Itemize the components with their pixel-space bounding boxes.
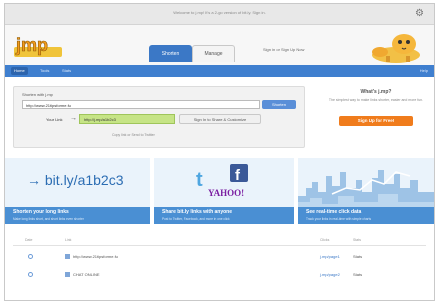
facebook-icon: f [230, 164, 248, 182]
col-link[interactable]: Link [65, 238, 71, 242]
copy-hint[interactable]: Copy link or Send to Twitter [112, 133, 155, 137]
feature-band: Share bit.ly links with anyone Post to T… [154, 207, 294, 224]
promo-title: What's j.mp? [360, 89, 392, 95]
feature-title: Share bit.ly links with anyone [162, 209, 233, 215]
row-select-radio[interactable] [28, 272, 33, 277]
feature-shorten: → bit.ly/a1b2c3 Shorten your long links … [5, 158, 150, 224]
feature-subtitle: Make long links short, and short links e… [13, 217, 84, 221]
favicon-icon [65, 272, 70, 277]
short-link-output[interactable]: http://j.mp/a1b2c3 [79, 114, 175, 124]
table-header: Date Link Clicks Stats [13, 236, 426, 246]
feature-band: Shorten your long links Make long links … [5, 207, 150, 224]
feature-title: Shorten your long links [13, 209, 69, 215]
signin-link[interactable]: Sign in or Sign Up Now [263, 47, 304, 52]
svg-text:jmp: jmp [15, 35, 48, 55]
feature-share: t f YAHOO! Share bit.ly links with anyon… [154, 158, 294, 224]
row-stats-link[interactable]: Stats [353, 272, 362, 277]
tab-shorten[interactable]: Shorten [149, 45, 192, 62]
tab-manage[interactable]: Manage [192, 45, 235, 62]
table-row[interactable]: http://www.21tipsforme.fu j.mp/page1 Sta… [13, 250, 426, 264]
shorten-button[interactable]: Shorten [262, 100, 296, 109]
favicon-icon [65, 254, 70, 259]
browser-page: Welcome to j.mp! It's a 2-go version of … [4, 3, 435, 301]
feature-title: See real-time click data [306, 209, 362, 215]
your-link-label: Your Link [46, 117, 63, 122]
promo-box: What's j.mp? The simplest way to make li… [321, 86, 431, 146]
signup-button[interactable]: Sign Up for Free! [339, 116, 413, 126]
mascot-illustration [372, 34, 420, 63]
notification-bar: Welcome to j.mp! It's a 2-go version of … [5, 4, 434, 25]
row-short-link[interactable]: j.mp/page1 [320, 254, 340, 259]
share-customize-button[interactable]: Sign In to Share & Customize [179, 114, 261, 124]
nav-item-stats[interactable]: Stats [59, 67, 74, 75]
col-stats[interactable]: Stats [353, 238, 361, 242]
link-history-table: Date Link Clicks Stats http://www.21tips… [13, 236, 426, 296]
arrow-right-icon: → [70, 115, 77, 122]
promo-subtitle: The simplest way to make links shorter, … [328, 98, 424, 102]
nav-help-link[interactable]: Help [420, 67, 428, 75]
yahoo-logo: YAHOO! [208, 188, 245, 198]
row-stats-link[interactable]: Stats [353, 254, 362, 259]
site-header: jmp Shorten Manage Sign in or Sign Up No… [5, 25, 434, 65]
feature-hero-link: → bit.ly/a1b2c3 [27, 172, 124, 188]
feature-band: See real-time click data Track your link… [298, 207, 434, 224]
jmp-logo[interactable]: jmp [14, 29, 62, 59]
table-row[interactable]: CHAT ONLINE j.mp/page2 Stats [13, 268, 426, 282]
city-skyline-illustration [298, 170, 434, 208]
shorten-panel: Shorten with j.mp http://www.21tipsforme… [13, 86, 305, 148]
row-url[interactable]: CHAT ONLINE [73, 272, 100, 277]
welcome-message: Welcome to j.mp! It's a 2-go version of … [173, 10, 266, 15]
row-select-radio[interactable] [28, 254, 33, 259]
settings-gear-icon[interactable]: ⚙ [414, 8, 425, 19]
col-clicks[interactable]: Clicks [320, 238, 329, 242]
long-url-input[interactable]: http://www.21tipsforme.fu [22, 100, 260, 109]
col-date[interactable]: Date [25, 238, 32, 242]
nav-item-tools[interactable]: Tools [37, 67, 52, 75]
row-url[interactable]: http://www.21tipsforme.fu [73, 254, 118, 259]
feature-stats: See real-time click data Track your link… [298, 158, 434, 224]
main-nav: Home Tools Stats Help [5, 65, 434, 77]
feature-subtitle: Post to Twitter, Facebook, and more in o… [162, 217, 230, 221]
row-short-link[interactable]: j.mp/page2 [320, 272, 340, 277]
svg-text:t: t [196, 169, 203, 190]
feature-subtitle: Track your links in real-time with simpl… [306, 217, 372, 221]
nav-item-home[interactable]: Home [11, 67, 28, 75]
twitter-bird-icon: t [196, 169, 203, 190]
shorten-label: Shorten with j.mp [22, 92, 53, 97]
